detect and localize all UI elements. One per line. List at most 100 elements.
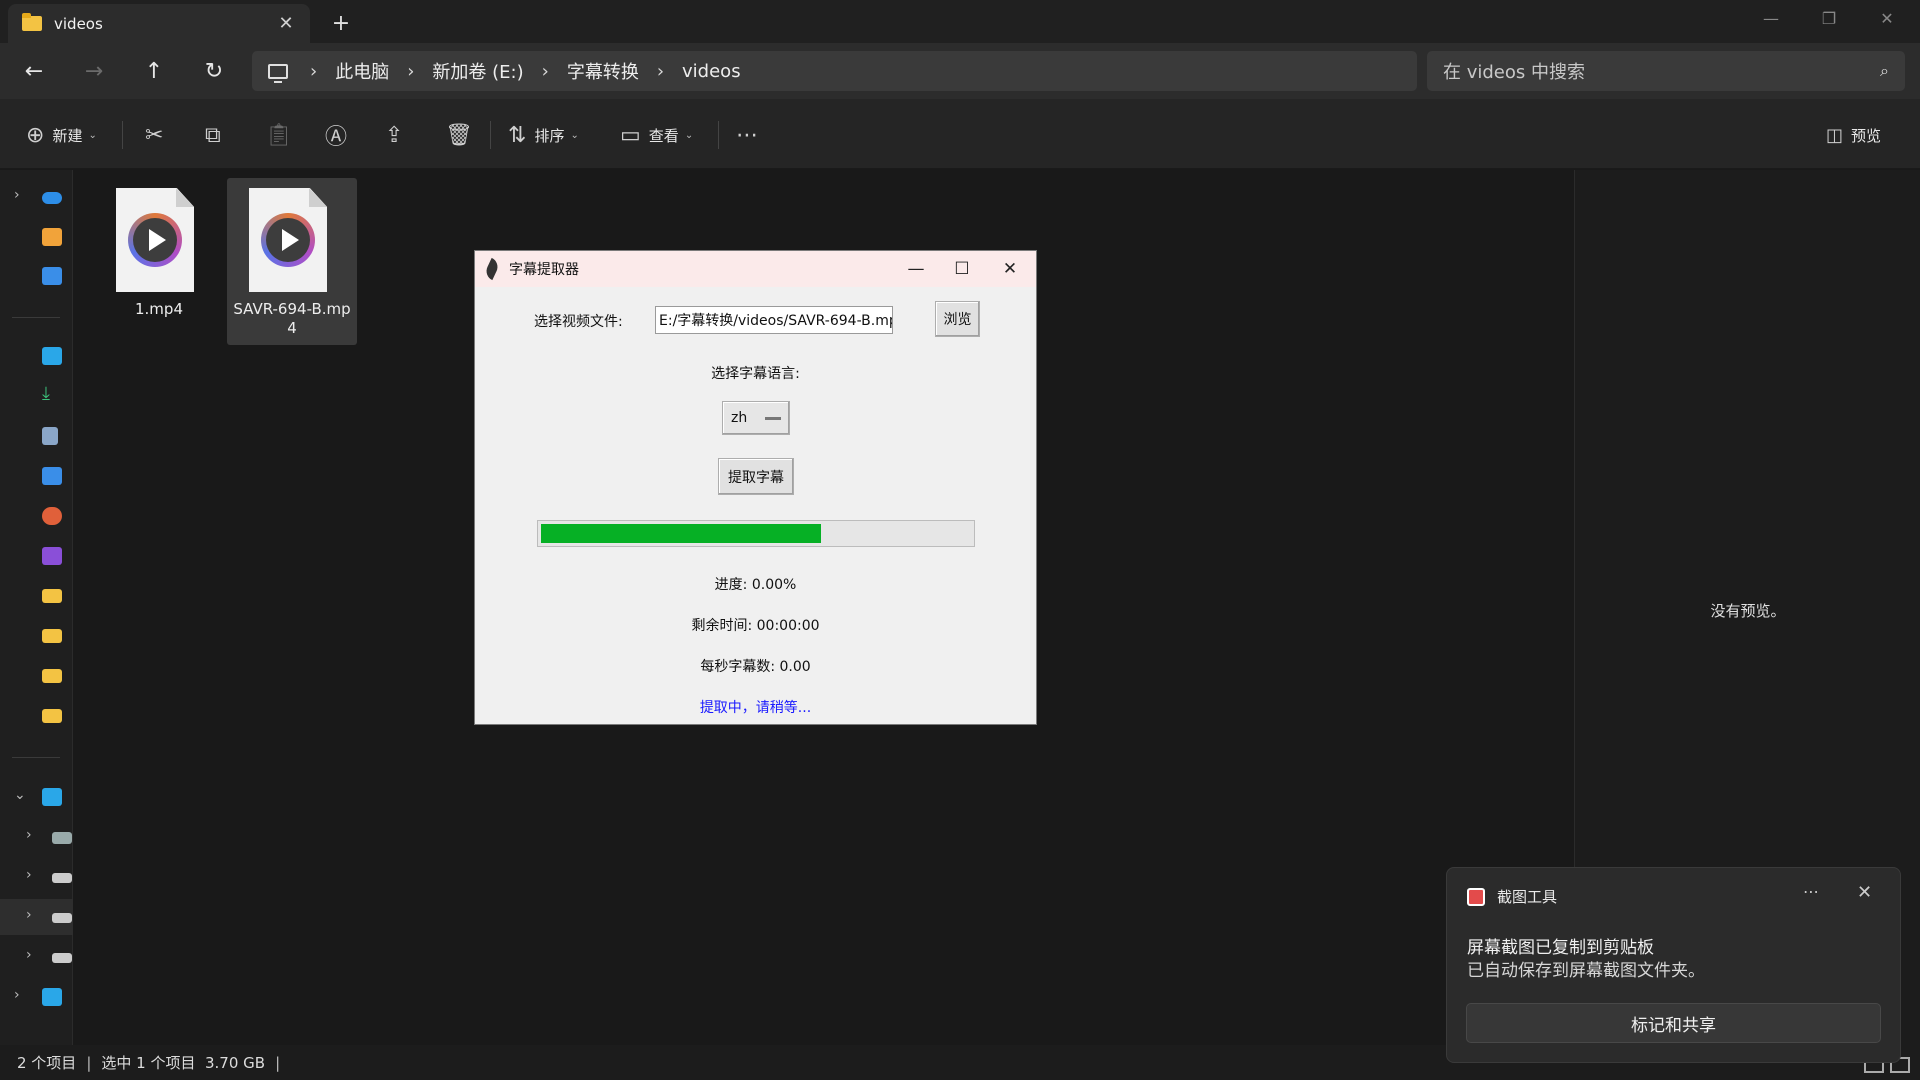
nav-item-folder[interactable] xyxy=(0,578,73,614)
nav-item-drive[interactable]: › xyxy=(0,939,73,975)
sort-button[interactable]: ⇅ 排序 ⌄ xyxy=(508,119,579,151)
tab-bar: videos ✕ + — ❐ ✕ xyxy=(0,0,1920,43)
chevron-right-icon: › xyxy=(26,827,32,843)
nav-item-drive[interactable]: › xyxy=(0,819,73,855)
new-tab-button[interactable]: + xyxy=(326,8,356,38)
dialog-minimize-button[interactable]: — xyxy=(893,251,939,287)
network-icon xyxy=(42,988,62,1006)
breadcrumb-folder[interactable]: 字幕转换 xyxy=(567,58,639,84)
file-item-2[interactable]: SAVR-694-B.mp4 xyxy=(227,178,357,345)
view-label: 查看 xyxy=(648,126,679,145)
minimize-button[interactable]: — xyxy=(1742,0,1800,36)
dialog-title: 字幕提取器 xyxy=(509,262,579,278)
play-icon xyxy=(261,213,315,267)
nav-item-drive-e[interactable]: › xyxy=(0,899,73,935)
search-placeholder: 在 videos 中搜索 xyxy=(1443,62,1585,83)
forward-button[interactable]: → xyxy=(76,55,112,87)
search-icon: ⌕ xyxy=(1880,61,1889,80)
file-item-1[interactable]: 1.mp4 xyxy=(94,178,224,345)
chevron-down-icon: ⌄ xyxy=(570,129,579,141)
file-path-input[interactable]: E:/字幕转换/videos/SAVR-694-B.mp4 xyxy=(655,306,893,334)
file-name: 1.mp4 xyxy=(135,300,183,318)
no-preview-message: 没有预览。 xyxy=(1710,602,1786,620)
nav-item-network[interactable]: › xyxy=(0,979,73,1015)
nav-item-folder[interactable] xyxy=(0,658,73,694)
chevron-right-icon: › xyxy=(656,60,665,82)
nav-item-folder[interactable] xyxy=(0,618,73,654)
nav-item-pictures[interactable] xyxy=(0,458,73,494)
view-icon: ▭ xyxy=(620,122,641,148)
music-icon xyxy=(42,507,62,525)
chevron-right-icon: › xyxy=(26,867,32,883)
paste-button[interactable]: 📋︎ xyxy=(265,119,293,151)
search-input[interactable]: 在 videos 中搜索 ⌕ xyxy=(1427,51,1905,91)
refresh-button[interactable]: ↻ xyxy=(196,55,232,87)
nav-item-home[interactable] xyxy=(0,219,73,255)
more-options-button[interactable]: ⋯ xyxy=(736,119,758,151)
nav-item-folder[interactable] xyxy=(0,698,73,734)
rename-button[interactable]: Ⓐ xyxy=(325,119,347,151)
copy-button[interactable]: ⧉ xyxy=(205,119,221,151)
computer-icon xyxy=(268,63,288,83)
nav-item-this-pc[interactable]: ⌄ xyxy=(0,779,73,815)
nav-item-music[interactable] xyxy=(0,498,73,534)
up-button[interactable]: ↑ xyxy=(136,55,172,87)
cut-button[interactable]: ✂ xyxy=(145,119,163,151)
view-button[interactable]: ▭ 查看 ⌄ xyxy=(620,119,693,151)
dialog-maximize-button[interactable]: ☐ xyxy=(939,251,985,287)
preview-pane-icon: ◫ xyxy=(1826,124,1844,146)
new-button[interactable]: ⊕ 新建 ⌄ xyxy=(26,119,97,151)
arrow-right-icon: → xyxy=(84,58,104,84)
address-bar[interactable]: › 此电脑 › 新加卷 (E:) › 字幕转换 › videos xyxy=(252,51,1417,91)
sort-icon: ⇅ xyxy=(508,122,527,148)
breadcrumb-this-pc[interactable]: 此电脑 xyxy=(335,58,389,84)
toast-subtext: 已自动保存到屏幕截图文件夹。 xyxy=(1467,961,1705,981)
back-button[interactable]: ← xyxy=(16,55,52,87)
download-icon: ⤓ xyxy=(42,383,50,404)
toast-more-button[interactable]: ⋯ xyxy=(1803,882,1819,901)
language-label: 选择字幕语言: xyxy=(711,366,800,382)
drive-icon xyxy=(52,913,72,923)
chevron-right-icon: › xyxy=(26,907,32,923)
markup-share-button[interactable]: 标记和共享 xyxy=(1466,1003,1881,1043)
plus-circle-icon: ⊕ xyxy=(26,122,45,148)
nav-item-gallery[interactable] xyxy=(0,258,73,294)
nav-item-onedrive[interactable]: › xyxy=(0,179,73,215)
nav-item-videos[interactable] xyxy=(0,538,73,574)
desktop-icon xyxy=(42,347,62,365)
share-button[interactable]: ⇪ xyxy=(385,119,403,151)
chevron-right-icon: › xyxy=(407,60,415,82)
nav-item-downloads[interactable]: ⤓ xyxy=(0,378,73,414)
extract-button[interactable]: 提取字幕 xyxy=(718,458,794,495)
snipping-tool-notification[interactable]: 截图工具 ⋯ ✕ 屏幕截图已复制到剪贴板 已自动保存到屏幕截图文件夹。 标记和共… xyxy=(1446,867,1901,1063)
item-count: 2 个项目 xyxy=(17,1054,77,1072)
drive-icon xyxy=(52,832,72,844)
dialog-close-button[interactable]: ✕ xyxy=(987,251,1033,287)
preview-label: 预览 xyxy=(1851,126,1882,145)
toast-close-button[interactable]: ✕ xyxy=(1857,882,1872,903)
nav-item-desktop[interactable] xyxy=(0,338,73,374)
nav-item-documents[interactable] xyxy=(0,418,73,454)
browse-button[interactable]: 浏览 xyxy=(935,301,980,337)
language-select[interactable]: zh xyxy=(722,401,790,435)
toast-app: 截图工具 xyxy=(1467,886,1557,907)
nav-item-drive[interactable]: › xyxy=(0,859,73,895)
language-value: zh xyxy=(731,410,748,426)
folder-icon xyxy=(42,629,62,643)
breadcrumb-current[interactable]: videos xyxy=(682,61,741,82)
nav-divider xyxy=(12,757,60,758)
preview-pane-button[interactable]: ◫ 预览 xyxy=(1826,119,1881,151)
chevron-down-icon: ⌄ xyxy=(88,129,97,141)
close-window-button[interactable]: ✕ xyxy=(1858,0,1916,36)
delete-button[interactable]: 🗑︎ xyxy=(445,119,473,151)
breadcrumb-drive-e[interactable]: 新加卷 (E:) xyxy=(432,58,523,84)
video-icon xyxy=(42,547,62,565)
share-icon: ⇪ xyxy=(385,122,404,148)
restore-button[interactable]: ❐ xyxy=(1800,0,1858,36)
close-tab-button[interactable]: ✕ xyxy=(272,10,300,38)
chevron-down-icon: ⌄ xyxy=(684,129,694,141)
refresh-icon: ↻ xyxy=(204,58,224,84)
chevron-right-icon: › xyxy=(26,947,32,963)
tab-videos[interactable]: videos ✕ xyxy=(8,4,310,43)
feather-icon xyxy=(483,257,501,281)
